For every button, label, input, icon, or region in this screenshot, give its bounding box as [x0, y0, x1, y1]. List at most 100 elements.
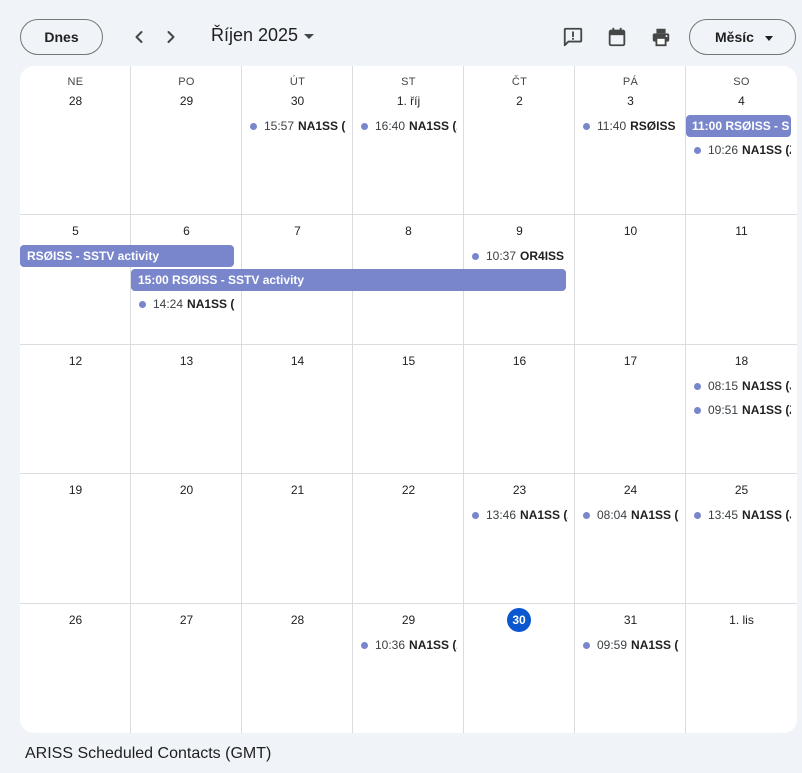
event-chip[interactable]: 09:59 NA1SS (I [575, 635, 679, 655]
event-chip[interactable]: 16:40 NA1SS (Z [353, 116, 457, 136]
day-number[interactable]: 27 [131, 613, 242, 627]
event-bar[interactable]: 11:00 RSØISS - S [686, 115, 791, 137]
view-select-button[interactable]: Měsíc [689, 19, 796, 55]
chevron-down-icon [765, 36, 773, 41]
event-time: 09:59 [597, 638, 628, 652]
day-number[interactable]: 28 [242, 613, 353, 627]
day-number[interactable]: 2 [464, 94, 575, 108]
day-number[interactable]: 7 [242, 224, 353, 238]
day-number[interactable]: 18 [686, 354, 797, 368]
month-title[interactable]: Říjen 2025 [211, 25, 298, 46]
event-time: 13:45 [708, 508, 739, 522]
event-time: 08:04 [597, 508, 628, 522]
event-time: 13:46 [486, 508, 517, 522]
event-title: NA1SS (Z [409, 119, 457, 133]
today-day-number[interactable]: 30 [507, 608, 531, 632]
day-number[interactable]: 31 [575, 613, 686, 627]
event-chip[interactable]: 13:46 NA1SS (Z [464, 505, 568, 525]
event-dot-icon [694, 146, 701, 154]
calendar-name: ARISS Scheduled Contacts (GMT) [25, 745, 272, 762]
event-bar[interactable]: 15:00 RSØISS - SSTV activity [131, 269, 566, 291]
day-number[interactable]: 1. lis [686, 613, 797, 627]
month-dropdown-caret-icon[interactable] [304, 34, 314, 39]
day-number[interactable]: 22 [353, 483, 464, 497]
day-number[interactable]: 6 [131, 224, 242, 238]
print-icon[interactable] [650, 26, 672, 48]
month-grid: NE PO ÚT ST ČT PÁ SO 28 29 30 1. říj 2 3… [20, 66, 797, 733]
feedback-icon[interactable] [562, 26, 584, 48]
day-number[interactable]: 12 [20, 354, 131, 368]
grid-line [130, 66, 131, 733]
event-time: 09:51 [708, 403, 739, 417]
event-dot-icon [583, 511, 590, 519]
day-number[interactable]: 4 [686, 94, 797, 108]
event-dot-icon [250, 122, 257, 130]
day-number[interactable]: 3 [575, 94, 686, 108]
event-chip[interactable]: 08:04 NA1SS ( [575, 505, 679, 525]
event-title: NA1SS (M [298, 119, 346, 133]
grid-line [574, 66, 575, 733]
event-chip[interactable]: 10:26 NA1SS (Z [686, 140, 791, 160]
chevron-left-icon[interactable] [129, 27, 149, 47]
event-time: 10:26 [708, 143, 739, 157]
event-dot-icon [361, 122, 368, 130]
event-time: 14:24 [153, 297, 184, 311]
chevron-right-icon[interactable] [161, 27, 181, 47]
event-title: NA1SS (Z [409, 638, 457, 652]
day-number[interactable]: 8 [353, 224, 464, 238]
day-number[interactable]: 26 [20, 613, 131, 627]
day-number[interactable]: 17 [575, 354, 686, 368]
day-number[interactable]: 23 [464, 483, 575, 497]
day-number[interactable]: 29 [353, 613, 464, 627]
event-chip[interactable]: 09:51 NA1SS (Z [686, 400, 791, 420]
event-title: NA1SS (J [742, 508, 791, 522]
day-number[interactable]: 1. říj [353, 94, 464, 108]
event-dot-icon [472, 511, 479, 519]
event-bar[interactable]: RSØISS - SSTV activity [20, 245, 234, 267]
day-number[interactable]: 28 [20, 94, 131, 108]
weekday-header: PÁ [622, 76, 639, 88]
event-dot-icon [361, 641, 368, 649]
event-title: RSØISS - [630, 119, 679, 133]
day-number[interactable]: 11 [686, 224, 797, 238]
event-chip[interactable]: 15:57 NA1SS (M [242, 116, 346, 136]
day-number[interactable]: 24 [575, 483, 686, 497]
event-time: 15:57 [264, 119, 295, 133]
event-chip[interactable]: 10:36 NA1SS (Z [353, 635, 457, 655]
event-chip[interactable]: 13:45 NA1SS (J [686, 505, 791, 525]
event-dot-icon [583, 641, 590, 649]
day-number[interactable]: 15 [353, 354, 464, 368]
weekday-header: ÚT [289, 76, 306, 88]
event-title: OR4ISS ( [520, 249, 568, 263]
event-dot-icon [472, 252, 479, 260]
day-number[interactable]: 16 [464, 354, 575, 368]
day-number[interactable]: 13 [131, 354, 242, 368]
event-chip[interactable]: 08:15 NA1SS (J [686, 376, 791, 396]
event-time: 08:15 [708, 379, 739, 393]
event-time: 11:40 [597, 119, 627, 133]
day-number[interactable]: 29 [131, 94, 242, 108]
today-button[interactable]: Dnes [20, 19, 103, 55]
day-number[interactable]: 25 [686, 483, 797, 497]
weekday-header: PO [178, 76, 195, 88]
day-number[interactable]: 10 [575, 224, 686, 238]
calendar-icon[interactable] [606, 26, 628, 48]
day-number[interactable]: 14 [242, 354, 353, 368]
event-title: NA1SS (Z [742, 143, 791, 157]
day-number[interactable]: 21 [242, 483, 353, 497]
weekday-header: ČT [511, 76, 528, 88]
event-chip[interactable]: 11:40 RSØISS - [575, 116, 679, 136]
event-chip[interactable]: 14:24 NA1SS (K [131, 294, 235, 314]
event-chip[interactable]: 10:37 OR4ISS ( [464, 246, 568, 266]
day-number[interactable]: 30 [242, 94, 353, 108]
grid-line [20, 344, 797, 345]
weekday-header: ST [401, 76, 416, 88]
day-number[interactable]: 20 [131, 483, 242, 497]
day-number[interactable]: 9 [464, 224, 575, 238]
day-number[interactable]: 19 [20, 483, 131, 497]
event-time: 16:40 [375, 119, 406, 133]
day-number[interactable]: 5 [20, 224, 131, 238]
event-dot-icon [694, 511, 701, 519]
event-dot-icon [694, 382, 701, 390]
grid-line [463, 66, 464, 733]
